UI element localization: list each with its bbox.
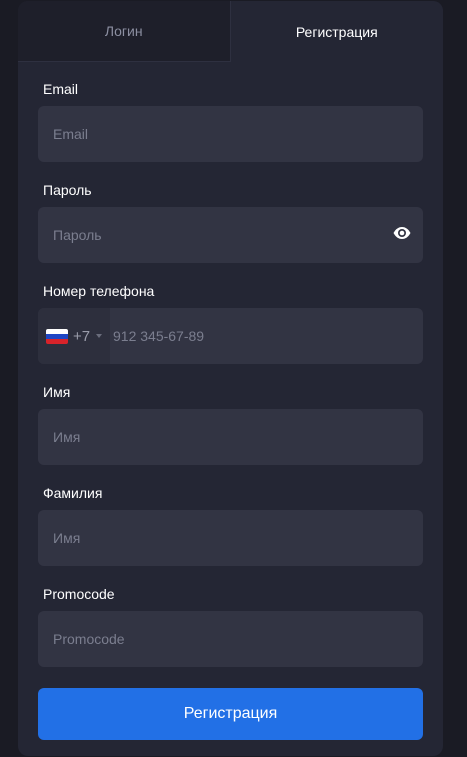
first-name-input-box [38,409,423,465]
eye-icon[interactable] [392,223,412,243]
phone-input[interactable] [38,308,423,364]
last-name-field-group: Фамилия [38,484,423,566]
promocode-label: Promocode [43,586,115,602]
register-button[interactable]: Регистрация [38,688,423,740]
first-name-field-group: Имя [38,383,423,465]
password-input-box [38,207,423,263]
page: Логин Регистрация Email Пароль [0,0,467,757]
promocode-input[interactable] [38,611,423,667]
password-field-group: Пароль [38,181,423,263]
password-input[interactable] [38,207,423,263]
phone-input-box: +7 [38,308,423,364]
email-input-box [38,106,423,162]
email-label: Email [43,81,79,97]
password-label: Пароль [43,182,92,198]
last-name-label: Фамилия [43,485,103,501]
auth-tabs: Логин Регистрация [18,1,443,62]
promocode-field-group: Promocode [38,585,423,667]
phone-label: Номер телефона [43,283,155,299]
first-name-input[interactable] [38,409,423,465]
email-field-group: Email [38,80,423,162]
promocode-input-box [38,611,423,667]
first-name-label: Имя [43,384,71,400]
tab-login[interactable]: Логин [18,1,231,62]
email-input[interactable] [38,106,423,162]
auth-panel: Логин Регистрация Email Пароль [18,1,443,756]
phone-field-group: Номер телефона +7 [38,282,423,364]
tab-register[interactable]: Регистрация [230,1,443,62]
last-name-input-box [38,510,423,566]
last-name-input[interactable] [38,510,423,566]
